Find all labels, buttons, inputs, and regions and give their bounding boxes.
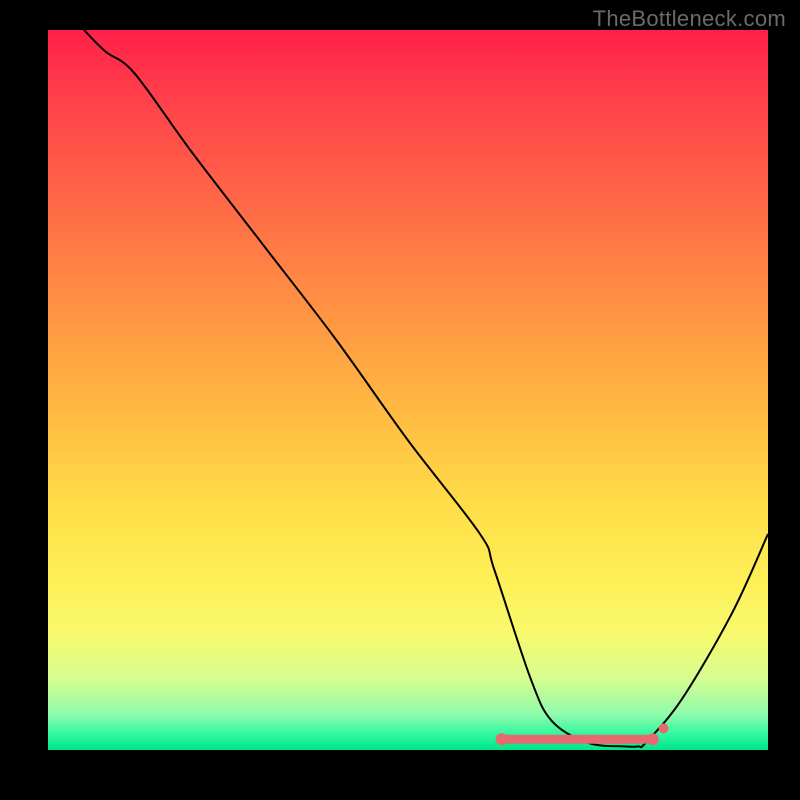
trough-band-end bbox=[496, 733, 508, 745]
bottleneck-curve bbox=[48, 30, 768, 750]
watermark-text: TheBottleneck.com bbox=[593, 6, 786, 32]
chart-plot-area bbox=[48, 30, 768, 750]
trough-band-extra-dot bbox=[659, 723, 669, 733]
trough-band-end bbox=[647, 733, 659, 745]
curve-path bbox=[84, 30, 768, 747]
